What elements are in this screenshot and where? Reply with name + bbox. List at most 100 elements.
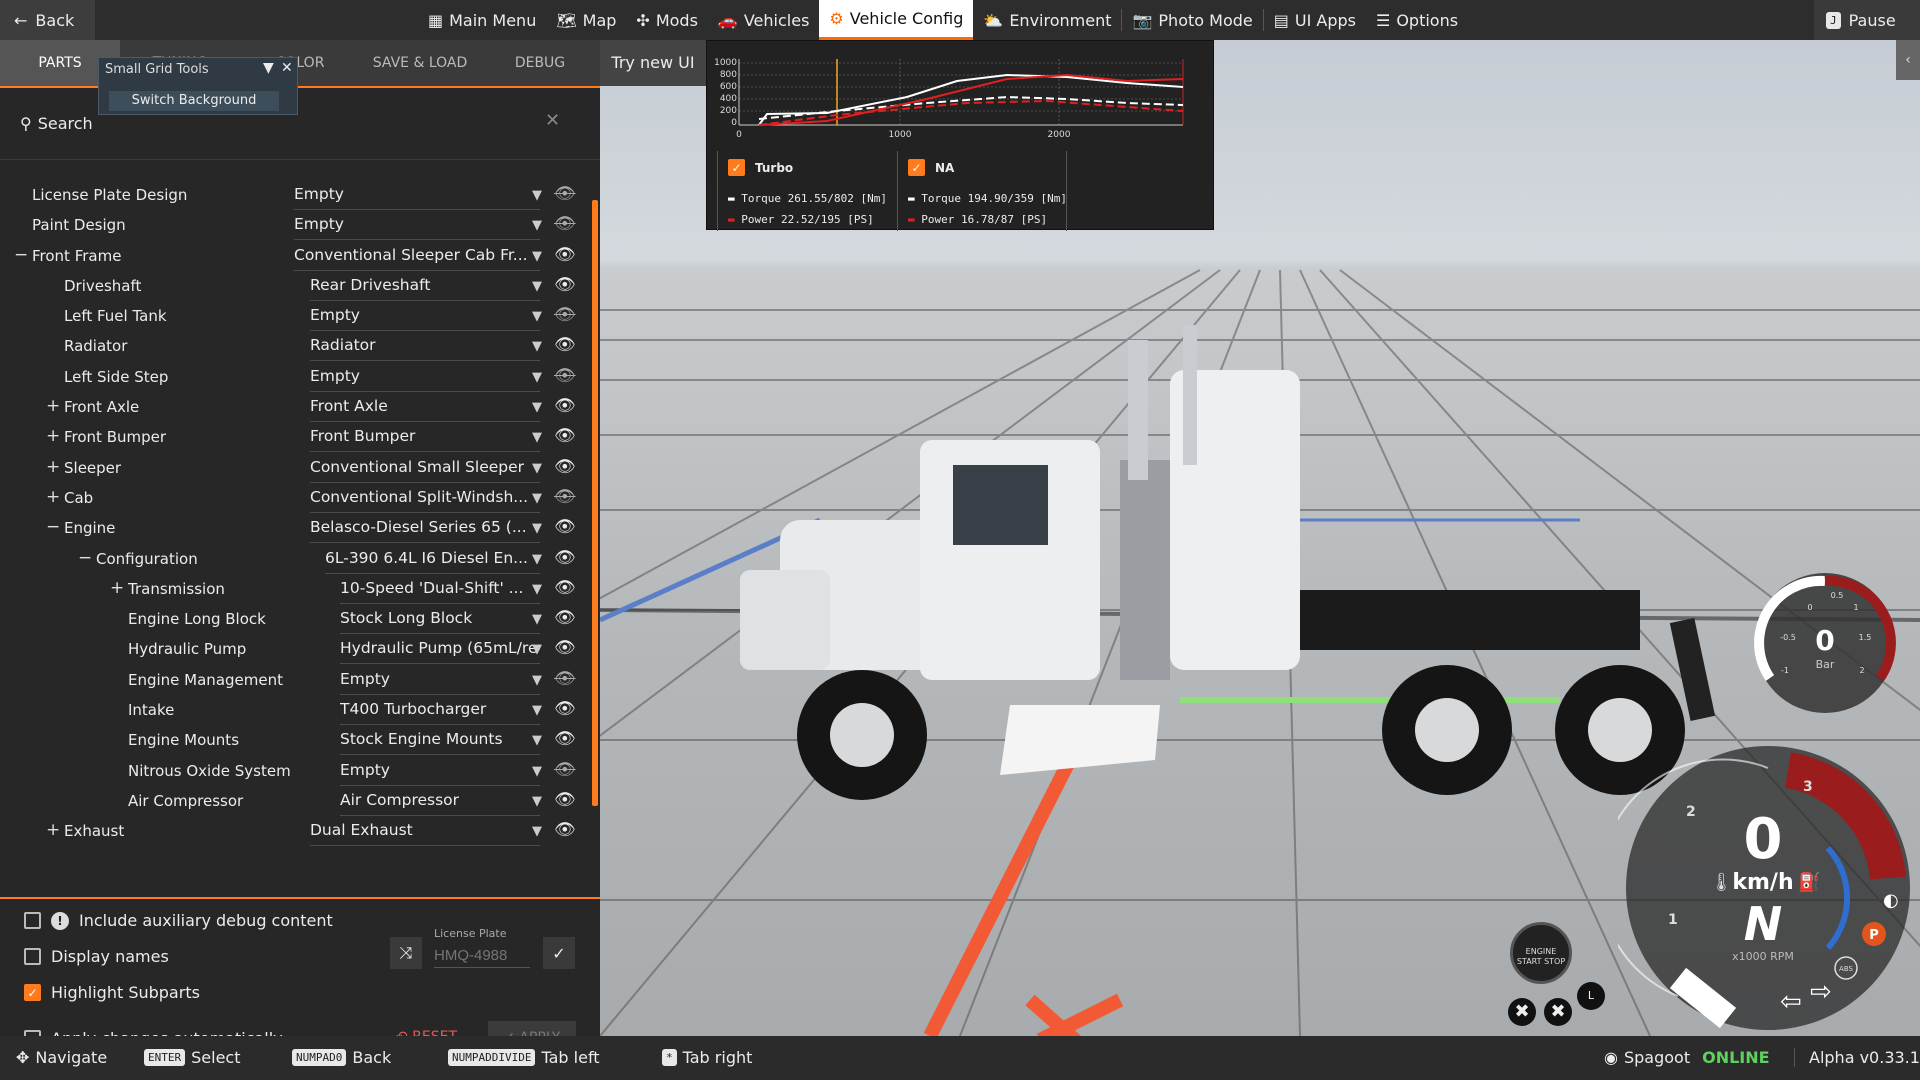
part-row[interactable]: Radiator Radiator ▼ 👁 [0, 331, 600, 362]
aux-debug-option[interactable]: ! Include auxiliary debug content [24, 911, 333, 930]
random-plate-button[interactable]: ⤨ [390, 937, 422, 969]
eye-icon[interactable]: 👁 [554, 820, 576, 840]
eye-off-icon[interactable]: 👁 [554, 184, 576, 204]
chevron-down-icon[interactable]: ▼ [532, 733, 542, 748]
chevron-down-icon[interactable]: ▼ [532, 491, 542, 506]
eye-off-icon[interactable]: 👁 [554, 214, 576, 234]
part-row[interactable]: License Plate Design Empty ▼ 👁 [0, 180, 600, 210]
part-select[interactable]: Radiator [310, 336, 540, 362]
part-select[interactable]: Air Compressor [340, 791, 540, 816]
part-select[interactable]: Dual Exhaust [310, 821, 540, 847]
eye-off-icon[interactable]: 👁 [554, 366, 576, 386]
chevron-down-icon[interactable]: ▼ [532, 339, 542, 354]
chevron-down-icon[interactable]: ▼ [532, 521, 542, 536]
collapse-right-button[interactable]: ‹ [1896, 40, 1920, 80]
part-row[interactable]: Engine Mounts Stock Engine Mounts ▼ 👁 [0, 725, 600, 756]
eye-icon[interactable]: 👁 [554, 335, 576, 355]
part-row[interactable]: Nitrous Oxide System Empty ▼ 👁 [0, 756, 600, 786]
eye-off-icon[interactable]: 👁 [554, 305, 576, 325]
part-row[interactable]: Air Compressor Air Compressor ▼ 👁 [0, 786, 600, 816]
nav-ui-apps[interactable]: ▤ UI Apps [1264, 0, 1366, 40]
expand-icon[interactable]: + [46, 457, 60, 477]
chevron-down-icon[interactable]: ▼ [532, 430, 542, 445]
small-grid-tools-window[interactable]: Small Grid Tools ▼ ✕ Switch Background [98, 57, 298, 115]
collapse-icon[interactable]: ▼ [263, 60, 274, 76]
expand-icon[interactable]: + [46, 426, 60, 446]
part-select[interactable]: 10-Speed 'Dual-Shift' ... [340, 579, 540, 604]
aux-debug-checkbox[interactable] [24, 912, 41, 929]
part-row[interactable]: + Front Bumper Front Bumper ▼ 👁 [0, 422, 600, 453]
expand-icon[interactable]: + [46, 396, 60, 416]
tab-save-load[interactable]: SAVE & LOAD [360, 40, 480, 86]
eye-icon[interactable]: 👁 [554, 245, 576, 265]
part-row[interactable]: Hydraulic Pump Hydraulic Pump (65mL/rev) ▼… [0, 634, 600, 665]
license-plate-input[interactable] [434, 944, 530, 968]
chevron-down-icon[interactable]: ▼ [532, 279, 542, 294]
try-new-ui-button[interactable]: Try new UI [600, 40, 706, 86]
part-select[interactable]: T400 Turbocharger [340, 700, 540, 726]
expand-icon[interactable]: + [110, 578, 124, 598]
part-row[interactable]: Engine Management Empty ▼ 👁 [0, 665, 600, 695]
part-row[interactable]: + Exhaust Dual Exhaust ▼ 👁 [0, 816, 600, 847]
chevron-down-icon[interactable]: ▼ [532, 552, 542, 567]
chevron-down-icon[interactable]: ▼ [532, 612, 542, 627]
expand-icon[interactable]: + [46, 487, 60, 507]
chevron-down-icon[interactable]: ▼ [532, 703, 542, 718]
tab-debug[interactable]: DEBUG [480, 40, 600, 86]
online-status[interactable]: ◉ Spagoot ONLINE [1604, 1048, 1770, 1067]
part-row[interactable]: Engine Long Block Stock Long Block ▼ 👁 [0, 604, 600, 635]
display-names-checkbox[interactable] [24, 948, 41, 965]
chevron-down-icon[interactable]: ▼ [532, 673, 542, 688]
part-select[interactable]: Empty [310, 367, 540, 392]
part-row[interactable]: Driveshaft Rear Driveshaft ▼ 👁 [0, 271, 600, 301]
part-select[interactable]: Empty [294, 185, 540, 210]
part-select[interactable]: Belasco-Diesel Series 65 (... [310, 518, 540, 544]
part-select[interactable]: Hydraulic Pump (65mL/rev) [340, 639, 540, 665]
na-checkbox[interactable]: ✓ [908, 159, 925, 176]
back-button[interactable]: ← Back [0, 0, 95, 40]
part-select[interactable]: Empty [340, 761, 540, 786]
nav-mods[interactable]: ✣ Mods [626, 0, 708, 40]
collapse-icon[interactable]: − [46, 517, 60, 537]
eye-icon[interactable]: 👁 [554, 517, 576, 537]
eye-icon[interactable]: 👁 [554, 396, 576, 416]
search-row[interactable]: ⚲ Search ✕ [0, 88, 600, 160]
part-select[interactable]: Conventional Small Sleeper [310, 458, 540, 483]
collapse-icon[interactable]: − [14, 245, 28, 265]
part-select[interactable]: Conventional Sleeper Cab Fr... [294, 246, 540, 271]
part-select[interactable]: Empty [310, 306, 540, 332]
eye-icon[interactable]: 👁 [554, 699, 576, 719]
chevron-down-icon[interactable]: ▼ [532, 218, 542, 233]
chevron-down-icon[interactable]: ▼ [532, 400, 542, 415]
turbo-checkbox[interactable]: ✓ [728, 159, 745, 176]
part-row[interactable]: − Front Frame Conventional Sleeper Cab Fr.… [0, 241, 600, 271]
display-names-option[interactable]: Display names [24, 947, 169, 966]
nav-vehicle-config[interactable]: ⚙ Vehicle Config [819, 0, 974, 40]
part-select[interactable]: Empty [294, 215, 540, 241]
nav-photo-mode[interactable]: 📷 Photo Mode [1122, 0, 1262, 40]
eye-off-icon[interactable]: 👁 [554, 760, 576, 780]
clear-search-icon[interactable]: ✕ [545, 110, 560, 131]
part-select[interactable]: Front Bumper [310, 427, 540, 453]
part-row[interactable]: + Cab Conventional Split-Windsh... ▼ 👁 [0, 483, 600, 513]
eye-icon[interactable]: 👁 [554, 790, 576, 810]
eye-icon[interactable]: 👁 [554, 638, 576, 658]
highlight-subparts-option[interactable]: ✓ Highlight Subparts [24, 983, 200, 1002]
engine-start-stop-button[interactable]: ENGINE START STOP [1510, 922, 1572, 984]
part-select[interactable]: Stock Engine Mounts [340, 730, 540, 756]
chevron-down-icon[interactable]: ▼ [532, 764, 542, 779]
eye-icon[interactable]: 👁 [554, 457, 576, 477]
chevron-down-icon[interactable]: ▼ [532, 249, 542, 264]
nav-vehicles[interactable]: 🚗 Vehicles [708, 0, 819, 40]
eye-icon[interactable]: 👁 [554, 275, 576, 295]
part-select[interactable]: 6L-390 6.4L I6 Diesel En... [325, 549, 540, 574]
eye-icon[interactable]: 👁 [554, 608, 576, 628]
nav-options[interactable]: ☰ Options [1366, 0, 1468, 40]
part-row[interactable]: Intake T400 Turbocharger ▼ 👁 [0, 695, 600, 726]
part-row[interactable]: + Sleeper Conventional Small Sleeper ▼ 👁 [0, 453, 600, 483]
eye-icon[interactable]: 👁 [554, 729, 576, 749]
eye-icon[interactable]: 👁 [554, 548, 576, 568]
part-select[interactable]: Front Axle [310, 397, 540, 423]
expand-icon[interactable]: + [46, 820, 60, 840]
chevron-down-icon[interactable]: ▼ [532, 461, 542, 476]
